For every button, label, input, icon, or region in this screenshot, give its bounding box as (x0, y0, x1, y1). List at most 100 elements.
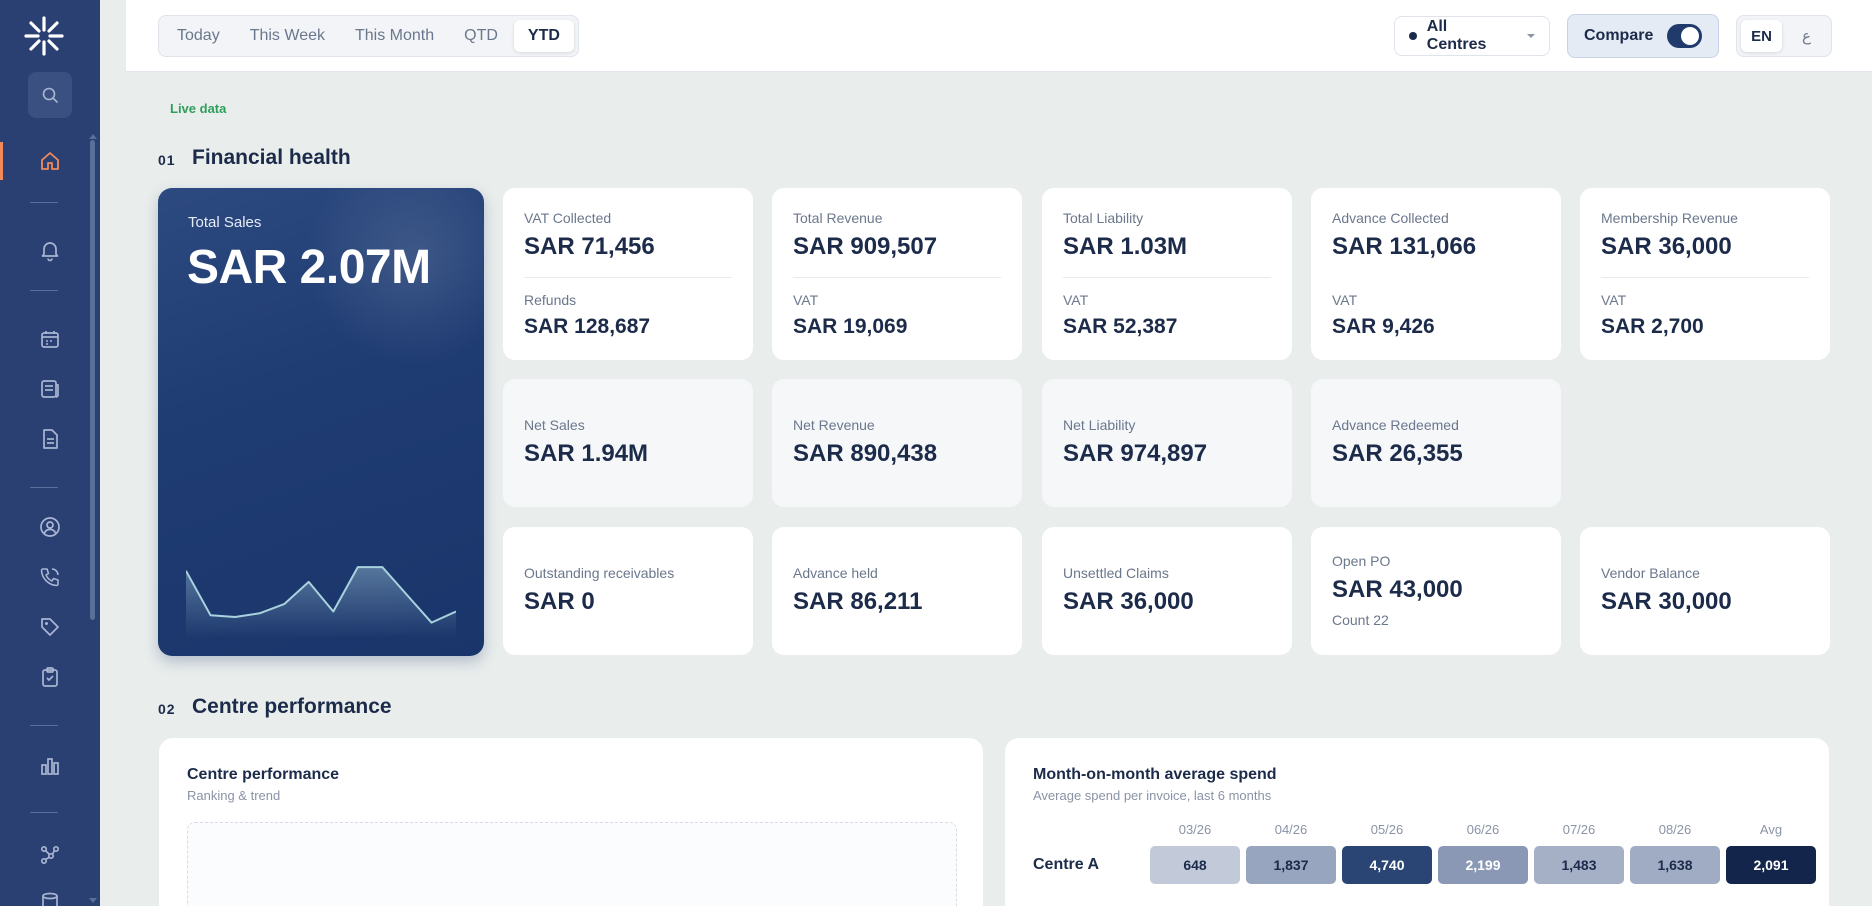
database-icon[interactable] (36, 888, 64, 906)
kpi-label: VAT Collected (524, 210, 612, 226)
kpi-label: Net Sales (524, 417, 585, 433)
kpi-label: Outstanding receivables (524, 565, 675, 581)
network-icon[interactable] (36, 841, 64, 869)
kpi-value: SAR 1.94M (524, 440, 649, 467)
section-number: 02 (158, 701, 176, 717)
panel-title: Centre performance (187, 766, 340, 783)
heatmap-cell[interactable]: 1,638 (1630, 846, 1720, 884)
kpi-sub-label: VAT (793, 292, 819, 308)
language-ar-button[interactable]: ع (1786, 20, 1827, 52)
section-number: 01 (158, 152, 176, 168)
kpi-card-outstanding-receivables[interactable]: Outstanding receivables SAR 0 (503, 527, 753, 655)
heatmap-cell[interactable]: 1,483 (1534, 846, 1624, 884)
invoice-icon[interactable] (36, 375, 64, 403)
phone-icon[interactable] (36, 563, 64, 591)
kpi-value: SAR 1.03M (1063, 233, 1188, 260)
panel-subtitle: Average spend per invoice, last 6 months (1033, 788, 1272, 803)
kpi-value: SAR 30,000 (1601, 588, 1732, 615)
period-today-button[interactable]: Today (163, 20, 234, 52)
topbar: Today This Week This Month QTD YTD All C… (126, 0, 1872, 72)
kpi-divider (1063, 277, 1271, 278)
chevron-down-icon (1527, 34, 1535, 38)
section-title-financial: Financial health (192, 146, 351, 169)
kpi-divider (524, 277, 732, 278)
kpi-value: SAR 36,000 (1601, 233, 1732, 260)
heatmap-cell[interactable]: 2,199 (1438, 846, 1528, 884)
centres-dropdown-value: All Centres (1426, 18, 1487, 53)
calendar-icon[interactable] (36, 325, 64, 353)
sidebar-scrollbar[interactable] (90, 140, 95, 620)
kpi-card-unsettled-claims[interactable]: Unsettled Claims SAR 36,000 (1042, 527, 1292, 655)
sidebar-active-indicator (0, 142, 3, 180)
kpi-value: SAR 36,000 (1063, 588, 1194, 615)
kpi-value: SAR 43,000 (1332, 576, 1463, 603)
period-this-week-button[interactable]: This Week (236, 20, 339, 52)
kpi-card-open-po[interactable]: Open PO SAR 43,000 Count 22 (1311, 527, 1561, 655)
sidebar (0, 0, 100, 906)
compare-toggle[interactable] (1667, 24, 1702, 48)
kpi-label: Advance Collected (1332, 210, 1449, 226)
document-icon[interactable] (36, 425, 64, 453)
kpi-card-net-revenue[interactable]: Net Revenue SAR 890,438 (772, 379, 1022, 507)
kpi-card-total-revenue[interactable]: Total Revenue SAR 909,507 VAT SAR 19,069 (772, 188, 1022, 360)
toggle-knob (1681, 27, 1699, 45)
kpi-value: SAR 26,355 (1332, 440, 1463, 467)
kpi-sub-value: SAR 52,387 (1063, 315, 1178, 338)
clipboard-check-icon[interactable] (36, 663, 64, 691)
kpi-card-vat-collected[interactable]: VAT Collected SAR 71,456 Refunds SAR 128… (503, 188, 753, 360)
bell-icon[interactable] (36, 236, 64, 264)
sidebar-scroll-up[interactable] (89, 134, 97, 139)
bar-chart-icon[interactable] (36, 752, 64, 780)
kpi-label: Net Revenue (793, 417, 875, 433)
kpi-divider (793, 277, 1001, 278)
kpi-sub-value: SAR 9,426 (1332, 315, 1435, 338)
kpi-card-net-sales[interactable]: Net Sales SAR 1.94M (503, 379, 753, 507)
heatmap-cell[interactable]: 4,740 (1342, 846, 1432, 884)
language-en-button[interactable]: EN (1741, 20, 1782, 52)
sidebar-scroll-down[interactable] (89, 898, 97, 903)
kpi-card-total-liability[interactable]: Total Liability SAR 1.03M VAT SAR 52,387 (1042, 188, 1292, 360)
centre-performance-panel: Centre performance Ranking & trend (159, 738, 983, 906)
kpi-card-membership-revenue[interactable]: Membership Revenue SAR 36,000 VAT SAR 2,… (1580, 188, 1830, 360)
heatmap-row-label: Centre A (1033, 856, 1100, 873)
kpi-label: Unsettled Claims (1063, 565, 1169, 581)
heatmap-column-header: 08/26 (1658, 822, 1692, 837)
kpi-value: SAR 890,438 (793, 440, 938, 467)
kpi-card-advance-redeemed[interactable]: Advance Redeemed SAR 26,355 (1311, 379, 1561, 507)
total-sales-sparkline (186, 566, 456, 638)
kpi-label: Net Liability (1063, 417, 1136, 433)
compare-control[interactable]: Compare (1567, 14, 1719, 58)
period-this-month-button[interactable]: This Month (341, 20, 448, 52)
kpi-card-advance-held[interactable]: Advance held SAR 86,211 (772, 527, 1022, 655)
kpi-sub-label: VAT (1063, 292, 1089, 308)
user-icon[interactable] (36, 513, 64, 541)
sidebar-divider (30, 487, 58, 488)
heatmap-cell[interactable]: 648 (1150, 846, 1240, 884)
panel-title: Month-on-month average spend (1033, 766, 1277, 783)
sparkline-area (186, 567, 456, 638)
period-qtd-button[interactable]: QTD (450, 20, 512, 52)
kpi-value: SAR 974,897 (1063, 440, 1208, 467)
sidebar-divider (30, 812, 58, 813)
total-sales-card[interactable]: Total Sales SAR 2.07M (158, 188, 484, 656)
period-selector: Today This Week This Month QTD YTD (158, 15, 579, 57)
average-spend-panel: Month-on-month average spend Average spe… (1005, 738, 1829, 906)
period-ytd-button[interactable]: YTD (513, 20, 574, 52)
kpi-card-vendor-balance[interactable]: Vendor Balance SAR 30,000 (1580, 527, 1830, 655)
kpi-card-net-liability[interactable]: Net Liability SAR 974,897 (1042, 379, 1292, 507)
total-sales-value: SAR 2.07M (187, 241, 431, 294)
tag-icon[interactable] (36, 613, 64, 641)
kpi-value: SAR 71,456 (524, 233, 655, 260)
heatmap-cell[interactable]: 1,837 (1246, 846, 1336, 884)
kpi-label: Advance held (793, 565, 878, 581)
search-icon (42, 87, 58, 103)
kpi-label: Total Revenue (793, 210, 883, 226)
centres-dropdown[interactable]: All Centres (1394, 16, 1550, 56)
kpi-sub-label: Refunds (524, 292, 577, 308)
kpi-card-advance-collected[interactable]: Advance Collected SAR 131,066 VAT SAR 9,… (1311, 188, 1561, 360)
kpi-divider (1601, 277, 1809, 278)
home-icon[interactable] (36, 147, 64, 175)
heatmap-column-header: 03/26 (1178, 822, 1212, 837)
sidebar-search-button[interactable] (28, 72, 72, 118)
heatmap-cell[interactable]: 2,091 (1726, 846, 1816, 884)
